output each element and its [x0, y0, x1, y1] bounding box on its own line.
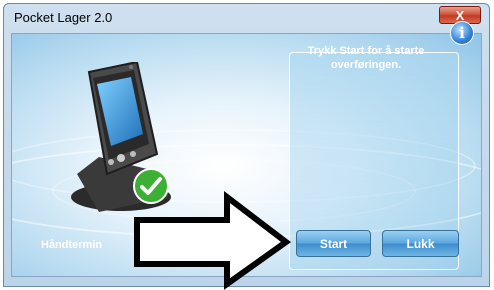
window-title: Pocket Lager 2.0 — [14, 10, 113, 25]
check-icon — [133, 168, 169, 204]
start-button[interactable]: Start — [296, 230, 371, 257]
lukk-button[interactable]: Lukk — [382, 230, 459, 257]
app-window: Pocket Lager 2.0 X i Trykk Start for å s… — [3, 3, 490, 287]
instruction-text: Trykk Start for å starte overføringen. — [307, 45, 425, 71]
info-icon[interactable]: i — [450, 21, 474, 45]
title-bar[interactable]: Pocket Lager 2.0 X — [4, 4, 489, 32]
device-label: Håndtermin — [41, 239, 103, 251]
